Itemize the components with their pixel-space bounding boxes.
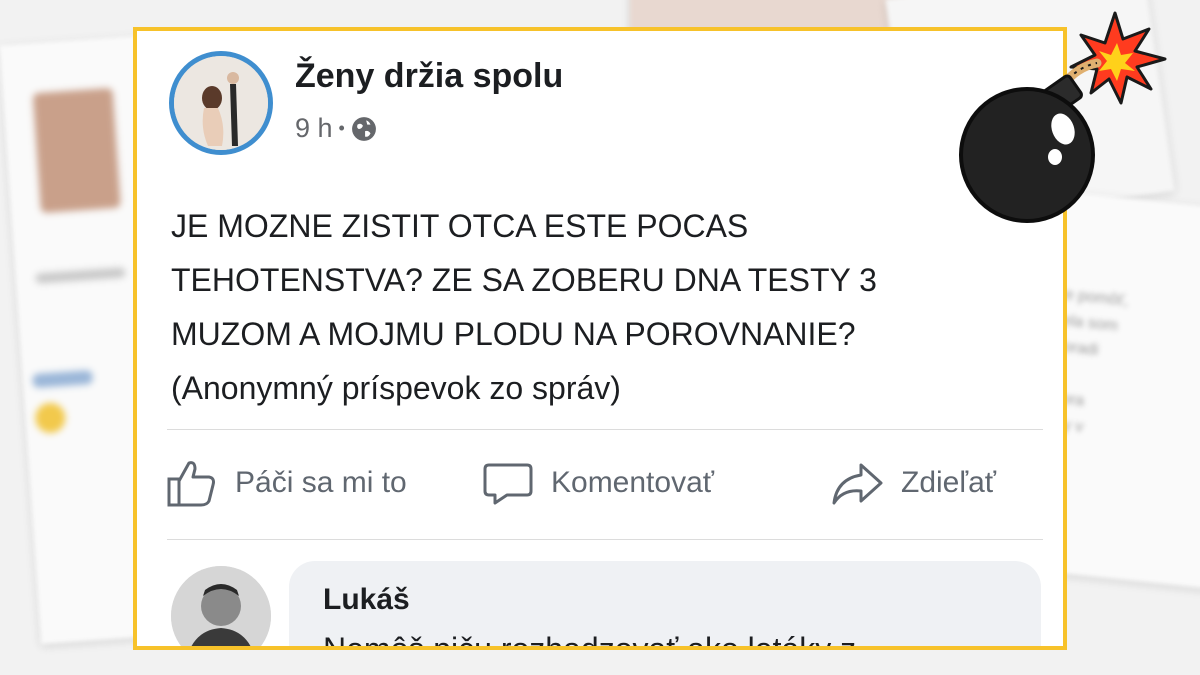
like-label: Páči sa mi to: [235, 466, 407, 499]
post-meta: 9 h •: [295, 113, 377, 144]
bomb-icon: [959, 11, 1167, 223]
thumbs-up-icon: [167, 461, 215, 507]
share-button[interactable]: Zdieľať: [831, 459, 996, 507]
comment-text: Nemôš piču rozhadzovať ako letáky z: [323, 631, 857, 650]
post-text-line: JE MOZNE ZISTIT OTCA ESTE POCAS: [171, 208, 749, 244]
avatar-photo-icon: [174, 56, 268, 150]
comment-author[interactable]: Lukáš: [323, 583, 410, 617]
comment-icon: [483, 463, 533, 505]
avatar-photo-icon: [171, 566, 271, 646]
commenter-avatar[interactable]: [171, 566, 271, 646]
post-text-line: (Anonymný príspevok zo správ): [171, 370, 621, 406]
actions-divider-bottom: [167, 539, 1043, 540]
globe-icon: [351, 116, 376, 141]
post-text: JE MOZNE ZISTIT OTCA ESTE POCAS TEHOTENS…: [171, 199, 1051, 415]
comment-button[interactable]: Komentovať: [483, 459, 714, 507]
comment-label: Komentovať: [551, 466, 715, 499]
share-label: Zdieľať: [901, 466, 997, 499]
share-icon: [832, 463, 883, 505]
post-time[interactable]: 9 h: [295, 113, 333, 144]
post-text-line: TEHOTENSTVA? ZE SA ZOBERU DNA TESTY 3: [171, 262, 877, 298]
page-avatar[interactable]: [169, 51, 273, 155]
meta-separator: •: [338, 118, 345, 138]
comment-bubble: Lukáš Nemôš piču rozhadzovať ako letáky …: [289, 561, 1041, 650]
facebook-post-card: Ženy držia spolu 9 h • JE MOZNE ZISTIT O…: [133, 27, 1067, 650]
page-name[interactable]: Ženy držia spolu: [295, 57, 563, 96]
like-button[interactable]: Páči sa mi to: [165, 459, 407, 507]
post-text-line: MUZOM A MOJMU PLODU NA POROVNANIE?: [171, 316, 856, 352]
post-actions-bar: Páči sa mi to Komentovať Zdieľať: [137, 459, 1063, 515]
actions-divider-top: [167, 429, 1043, 430]
